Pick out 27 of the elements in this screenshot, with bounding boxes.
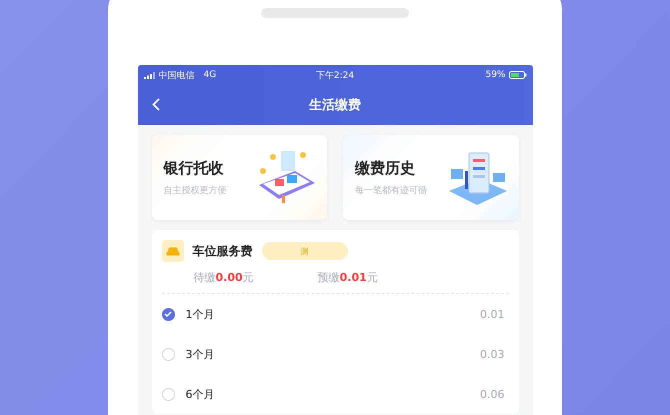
option-price: 0.01 bbox=[480, 308, 504, 320]
clock-time: 下午2:24 bbox=[316, 70, 354, 82]
car-icon bbox=[162, 240, 184, 262]
service-tag: 测 bbox=[262, 242, 348, 260]
card-title: 银行托收 bbox=[164, 158, 224, 178]
network-type: 4G bbox=[204, 70, 216, 80]
card-subtitle: 每一笔都有迹可循 bbox=[355, 184, 427, 196]
option-label: 3个月 bbox=[186, 346, 216, 362]
carrier-name: 中国电信 bbox=[158, 70, 194, 82]
prepaid-amount: 预缴0.01元 bbox=[318, 270, 378, 285]
option-price: 0.03 bbox=[480, 348, 504, 360]
card-title: 缴费历史 bbox=[355, 158, 416, 178]
battery-percent: 59% bbox=[485, 70, 506, 80]
service-name: 车位服务费 bbox=[192, 242, 252, 260]
check-icon bbox=[164, 311, 172, 317]
option-price: 0.06 bbox=[480, 388, 504, 400]
radio-button[interactable] bbox=[162, 308, 174, 320]
battery-icon bbox=[508, 71, 526, 79]
back-icon[interactable] bbox=[152, 98, 160, 111]
option-label: 6个月 bbox=[186, 386, 216, 402]
option-label: 1个月 bbox=[186, 306, 216, 322]
due-amount: 待缴0.00元 bbox=[194, 270, 254, 285]
signal-icon bbox=[144, 72, 156, 78]
page-title: 生活缴费 bbox=[309, 97, 361, 114]
shortcut-card[interactable]: 缴费历史 每一笔都有迹可循 bbox=[343, 135, 518, 220]
shortcut-card[interactable]: 银行托收 自主授权更方便 bbox=[152, 135, 327, 220]
card-subtitle: 自主授权更方便 bbox=[164, 184, 226, 196]
